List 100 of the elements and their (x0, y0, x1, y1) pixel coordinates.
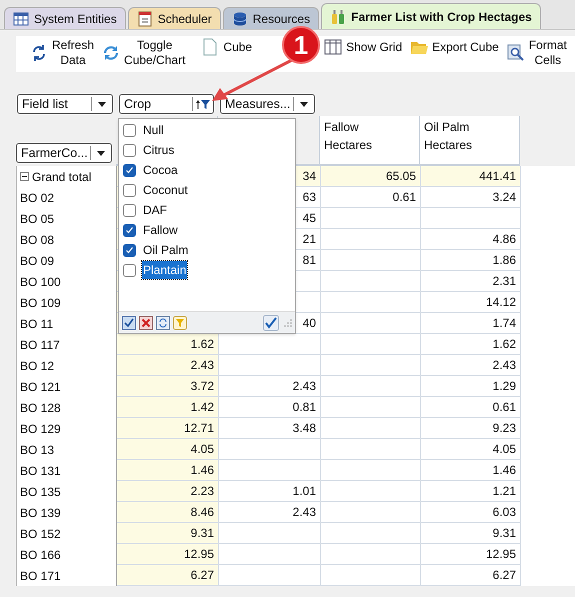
collapse-icon[interactable] (20, 172, 29, 181)
calendar-icon (136, 10, 153, 26)
row-header: BO 13 (20, 442, 54, 458)
table-icon (13, 10, 29, 26)
checkbox[interactable] (123, 244, 136, 256)
column-header: Oil Palm Hectares (420, 116, 520, 166)
table-cell: 6.03 (421, 502, 521, 523)
caret-icon (300, 102, 308, 106)
refresh-icon (30, 44, 48, 62)
ok-check-icon[interactable] (263, 314, 279, 330)
table-cell: 1.01 (219, 481, 321, 502)
toolbar-button[interactable]: Export Cube (410, 36, 499, 56)
table-cell: 3.24 (421, 187, 521, 208)
table-cell: 6.27 (421, 565, 521, 586)
row-header: BO 139 (20, 504, 61, 522)
toolbar-button[interactable]: Show Grid (324, 36, 402, 56)
table-cell: 1.86 (421, 250, 521, 271)
table-cell: 1.46 (117, 460, 219, 481)
checkbox[interactable] (123, 204, 136, 216)
filter-option[interactable]: Citrus (142, 141, 176, 159)
uncheck-all-icon[interactable] (139, 316, 153, 330)
checkbox[interactable] (123, 124, 136, 136)
field-dropdown[interactable]: Crop (119, 94, 214, 114)
toolbar-button[interactable]: Format Cells (506, 36, 567, 68)
check-icon (125, 246, 134, 254)
row-header: BO 109 (20, 294, 61, 312)
magnifier-icon (506, 44, 525, 62)
checkbox[interactable] (123, 224, 136, 236)
row-header: BO 11 (20, 316, 54, 332)
caret-icon (98, 102, 106, 106)
row-header: BO 05 (20, 210, 54, 228)
row-header: BO 02 (20, 190, 54, 206)
tab[interactable]: Farmer List with Crop Hectages (321, 3, 541, 29)
tab[interactable]: Resources (222, 7, 320, 29)
tab[interactable]: Scheduler (128, 7, 221, 29)
toolbar-button[interactable]: Toggle Cube/Chart (102, 36, 186, 68)
row-header: BO 121 (20, 378, 61, 396)
table-cell: 12.95 (421, 544, 521, 565)
row-header: BO 166 (20, 546, 61, 564)
table-cell: 4.86 (421, 229, 521, 250)
sort-icon (196, 100, 200, 108)
checkbox[interactable] (123, 164, 136, 176)
table-cell: 3.72 (117, 376, 219, 397)
table-cell: 2.43 (117, 355, 219, 376)
filter-option[interactable]: Oil Palm (142, 241, 190, 259)
toolbar-button[interactable]: Refresh Data (30, 36, 94, 68)
table-cell: 0.81 (219, 397, 321, 418)
row-header: BO 12 (20, 358, 54, 374)
field-dropdown[interactable]: Measures... (220, 94, 315, 114)
table-cell: 2.43 (219, 502, 321, 523)
check-all-icon[interactable] (122, 316, 136, 330)
row-header: BO 129 (20, 420, 61, 438)
resize-grip-icon[interactable] (284, 318, 292, 326)
table-cell: 1.29 (421, 376, 521, 397)
database-icon (232, 10, 248, 26)
checkbox[interactable] (123, 144, 136, 156)
column-header: Fallow Hectares (320, 116, 420, 166)
table-cell: 3.48 (219, 418, 321, 439)
table-cell: 9.23 (421, 418, 521, 439)
checkbox[interactable] (123, 264, 136, 276)
toolbar-button[interactable]: Cube (201, 36, 252, 56)
table-cell: 14.12 (421, 292, 521, 313)
row-header: BO 171 (20, 568, 61, 584)
table-cell: 1.42 (117, 397, 219, 418)
table-cell: 1.62 (117, 334, 219, 355)
row-header: BO 100 (20, 274, 61, 290)
tab[interactable]: System Entities (4, 7, 126, 29)
table-cell: 9.31 (421, 523, 521, 544)
table-cell: 1.46 (421, 460, 521, 481)
table-cell: 6.27 (117, 565, 219, 586)
checkbox[interactable] (123, 184, 136, 196)
field-dropdown[interactable]: FarmerCo... (16, 143, 112, 163)
table-cell: 2.43 (421, 355, 521, 376)
filter-option[interactable]: Coconut (142, 181, 189, 199)
row-header: BO 131 (20, 462, 61, 480)
table-cell: 1.21 (421, 481, 521, 502)
invert-icon[interactable] (156, 316, 170, 330)
check-icon (125, 226, 134, 234)
table-cell: 1.62 (421, 334, 521, 355)
filter-option[interactable]: Cocoa (142, 161, 179, 179)
table-cell: 0.61 (321, 187, 421, 208)
filter-option[interactable]: DAF (142, 201, 168, 219)
table-cell: 4.05 (421, 439, 521, 460)
filter-icon (201, 100, 210, 108)
check-icon (125, 166, 134, 174)
filter-option[interactable]: Fallow (142, 221, 179, 239)
table-cell: 8.46 (117, 502, 219, 523)
table-cell: 2.31 (421, 271, 521, 292)
table-cell: 9.31 (117, 523, 219, 544)
caret-icon (97, 150, 105, 156)
field-dropdown[interactable]: Field list (17, 94, 113, 114)
filter-option[interactable]: Null (142, 121, 165, 139)
row-header: BO 117 (20, 336, 60, 354)
row-header: Grand total (32, 168, 92, 186)
bottles-icon (330, 8, 346, 24)
row-header: BO 128 (20, 400, 61, 416)
filter-option[interactable]: Plantain (142, 261, 188, 279)
table-cell: 2.23 (117, 481, 219, 502)
refresh-icon (102, 44, 120, 62)
row-header: BO 135 (20, 484, 61, 500)
